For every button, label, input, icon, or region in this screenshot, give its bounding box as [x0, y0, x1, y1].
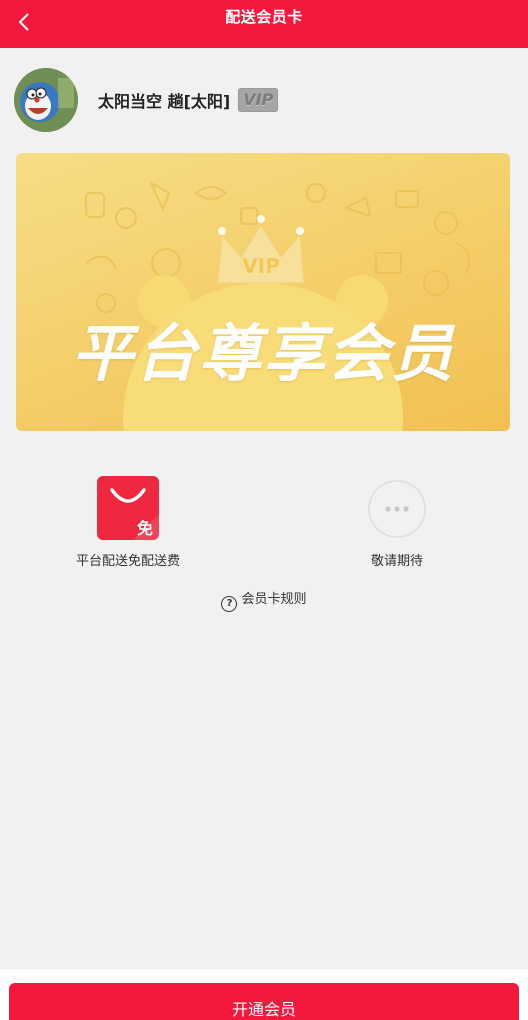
- avatar: [14, 68, 78, 132]
- rules-label: 会员卡规则: [241, 592, 307, 607]
- benefit-free-delivery[interactable]: 免 平台配送免配送费: [48, 476, 208, 569]
- shopping-bag-free-icon: 免: [97, 476, 159, 540]
- user-info: 太阳当空 趟[太阳] VIP: [14, 68, 279, 132]
- username: 太阳当空 趟[太阳]: [98, 92, 231, 111]
- benefit-coming-soon[interactable]: 敬请期待: [317, 476, 477, 569]
- open-membership-button[interactable]: 开通会员: [9, 983, 519, 1020]
- page-title: 配送会员卡: [225, 8, 303, 26]
- vip-badge: VIP: [238, 88, 279, 112]
- member-card-banner: VIP 平台尊享会员: [16, 153, 510, 431]
- benefit-label: 平台配送免配送费: [75, 554, 180, 569]
- card-title: 平台尊享会员: [70, 317, 455, 390]
- question-circle-icon: ?: [221, 596, 238, 612]
- svg-text:免: 免: [137, 519, 153, 538]
- benefit-label: 敬请期待: [370, 554, 423, 569]
- header-bar: 配送会员卡: [0, 0, 528, 48]
- member-card-rules-link[interactable]: ? 会员卡规则: [0, 588, 528, 612]
- crown-vip-text: VIP: [242, 254, 280, 278]
- page: 配送会员卡 太阳当空 趟[太阳] VIP VIP 平台尊享会员 免 平台配送免配…: [0, 0, 528, 1020]
- more-dots-icon: [368, 480, 426, 538]
